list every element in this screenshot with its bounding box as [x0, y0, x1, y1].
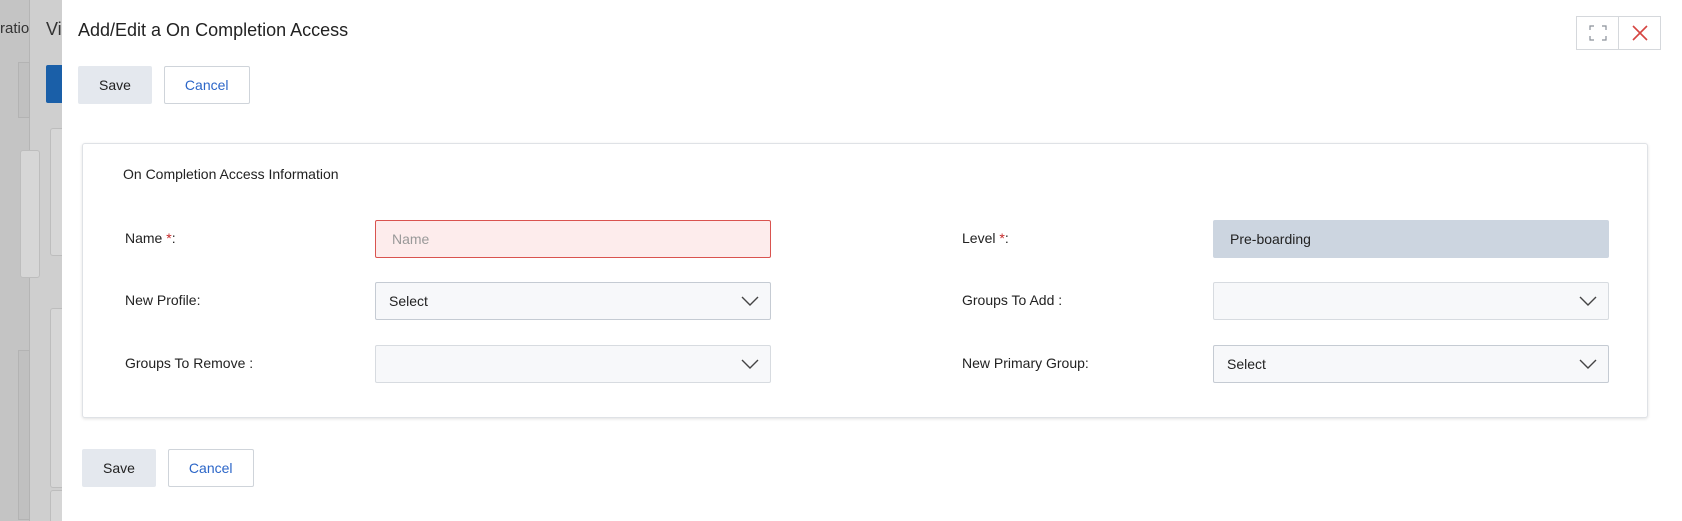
maximize-button[interactable]: [1576, 16, 1619, 50]
name-placeholder: Name: [392, 231, 430, 247]
level-value: Pre-boarding: [1230, 231, 1311, 247]
name-label: Name *:: [125, 230, 176, 246]
groups-to-add-label: Groups To Add :: [962, 292, 1063, 308]
background-breadcrumb: ratio: [0, 20, 30, 37]
new-primary-group-value: Select: [1227, 356, 1266, 372]
close-icon: [1631, 25, 1648, 41]
top-actions: Save Cancel: [78, 66, 250, 104]
maximize-icon: [1588, 25, 1607, 41]
panel-title: On Completion Access Information: [123, 166, 339, 182]
bottom-actions: Save Cancel: [82, 449, 254, 487]
groups-to-remove-select[interactable]: [375, 345, 771, 383]
background-divider: [18, 350, 30, 520]
save-button[interactable]: Save: [78, 66, 152, 104]
groups-to-add-select[interactable]: [1213, 282, 1609, 320]
access-info-panel: On Completion Access Information Name *:…: [82, 143, 1648, 418]
background-card: [20, 150, 40, 278]
chevron-down-icon: [741, 296, 759, 306]
save-button[interactable]: Save: [82, 449, 156, 487]
cancel-button[interactable]: Cancel: [167, 449, 254, 487]
new-profile-value: Select: [389, 293, 428, 309]
chevron-down-icon: [1579, 296, 1597, 306]
new-profile-label: New Profile:: [125, 292, 201, 308]
new-primary-group-select[interactable]: Select: [1213, 345, 1609, 383]
chevron-down-icon: [1579, 359, 1597, 369]
new-primary-group-label: New Primary Group:: [962, 355, 1089, 371]
close-button[interactable]: [1618, 16, 1661, 50]
modal-title: Add/Edit a On Completion Access: [78, 20, 349, 40]
cancel-button[interactable]: Cancel: [163, 66, 250, 104]
name-input[interactable]: Name: [375, 220, 771, 258]
chevron-down-icon: [741, 359, 759, 369]
groups-to-remove-label: Groups To Remove :: [125, 355, 254, 371]
window-controls: [1576, 16, 1661, 50]
edit-access-modal: Add/Edit a On Completion Access Save Can…: [62, 0, 1682, 521]
level-field: Pre-boarding: [1213, 220, 1609, 258]
background-divider: [18, 62, 30, 118]
new-profile-select[interactable]: Select: [375, 282, 771, 320]
level-label: Level *:: [962, 230, 1009, 246]
background-title: Vi: [46, 19, 62, 39]
